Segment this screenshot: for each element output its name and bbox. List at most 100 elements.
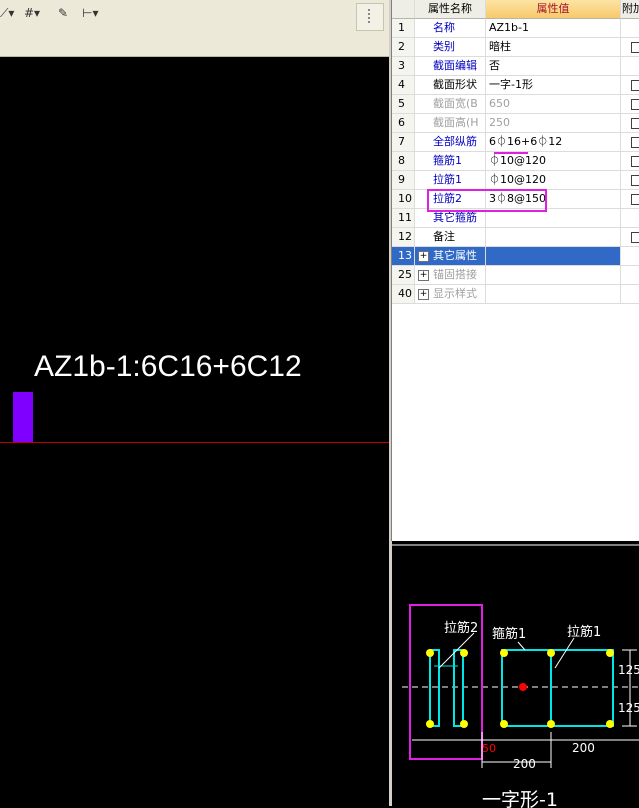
section-preview: 拉筋2 箍筋1 拉筋1 125 125 200 200 50 一字形-1 [392, 544, 639, 808]
property-name[interactable]: + 显示样式 [415, 285, 486, 304]
row-number[interactable]: 11 [392, 209, 415, 228]
attach-checkbox[interactable] [631, 156, 639, 167]
property-name-text: 显示样式 [433, 287, 477, 300]
row-number[interactable]: 2 [392, 38, 415, 57]
dim-50: 50 [482, 742, 496, 755]
column-label-text: AZ1b-1:6C16+6C12 [34, 350, 302, 383]
property-value[interactable] [486, 266, 621, 285]
row-number[interactable]: 3 [392, 57, 415, 76]
property-value[interactable]: AZ1b-1 [486, 19, 621, 38]
row-number[interactable]: 8 [392, 152, 415, 171]
toolbar-grip[interactable] [356, 3, 384, 31]
expand-icon[interactable]: + [418, 251, 429, 262]
expand-icon[interactable]: + [418, 270, 429, 281]
rebar-dot [606, 649, 614, 657]
property-name[interactable]: 箍筋1 [415, 152, 486, 171]
extra-cell [621, 228, 639, 247]
line-tool-icon[interactable]: ⟋▾ [0, 6, 24, 26]
rebar-dot [426, 720, 434, 728]
attach-checkbox[interactable] [631, 232, 639, 243]
row-number[interactable]: 13 [392, 247, 415, 266]
stirrup-left-narrow-2 [453, 649, 464, 727]
property-name-text: 截面编辑 [433, 59, 477, 72]
dim-125-bottom: 125 [618, 701, 639, 715]
property-name[interactable]: 拉筋1 [415, 171, 486, 190]
extra-cell [621, 133, 639, 152]
dim-200-bottom: 200 [513, 757, 536, 771]
row-number[interactable]: 4 [392, 76, 415, 95]
row-number[interactable]: 7 [392, 133, 415, 152]
property-name[interactable]: 截面形状 [415, 76, 486, 95]
header-property-name[interactable]: 属性名称 [415, 0, 486, 19]
dim-125-top: 125 [618, 663, 639, 677]
rebar-dot [500, 649, 508, 657]
property-value[interactable]: 一字-1形 [486, 76, 621, 95]
property-grid: 属性名称 属性值 附加 1 名称 AZ1b-1 2 类别 暗柱 3 截面编辑否 4 截面形状一字-… [391, 0, 639, 541]
property-value[interactable]: 650 [486, 95, 621, 114]
expand-icon[interactable]: + [418, 289, 429, 300]
property-name-text: 锚固搭接 [433, 268, 477, 281]
property-name[interactable]: 截面编辑 [415, 57, 486, 76]
property-value[interactable]: 否 [486, 57, 621, 76]
attach-checkbox[interactable] [631, 137, 639, 148]
pen-tool-icon[interactable]: ✎ [58, 6, 82, 26]
property-value[interactable]: 6⏀16+6⏀12 [486, 133, 621, 152]
property-name[interactable]: 截面高(H [415, 114, 486, 133]
property-value[interactable]: 250 [486, 114, 621, 133]
property-value[interactable] [486, 228, 621, 247]
row-number[interactable]: 5 [392, 95, 415, 114]
property-name[interactable]: + 锚固搭接 [415, 266, 486, 285]
property-name[interactable]: 备注 [415, 228, 486, 247]
property-name[interactable]: 类别 [415, 38, 486, 57]
stirrup-main [501, 649, 614, 727]
header-rownum [392, 0, 415, 19]
column-shape[interactable] [13, 392, 33, 442]
property-value[interactable] [486, 285, 621, 304]
rebar-dot [547, 649, 555, 657]
extra-cell [621, 114, 639, 133]
dimension-tool-icon[interactable]: ⊢▾ [82, 6, 106, 26]
tie1-leader [554, 637, 575, 669]
header-extra[interactable]: 附加 [621, 0, 639, 19]
row-number[interactable]: 9 [392, 171, 415, 190]
attach-checkbox[interactable] [631, 175, 639, 186]
property-name-text: 截面高(H [433, 116, 479, 129]
rebar-dot [460, 649, 468, 657]
property-name-text: 截面宽(B [433, 97, 478, 110]
attach-checkbox[interactable] [631, 99, 639, 110]
tie2-label: 拉筋2 [444, 620, 478, 636]
drawing-toolbar: ⟋▾ #▾ ✎ ⊢▾ [0, 0, 389, 57]
property-value[interactable]: ⏀10@120 [486, 152, 621, 171]
attach-checkbox[interactable] [631, 118, 639, 129]
property-name-text: 其它箍筋 [433, 211, 477, 224]
tie2-leader [438, 632, 475, 669]
property-value[interactable]: 暗柱 [486, 38, 621, 57]
dim-200-mid: 200 [572, 741, 595, 755]
stirrup-leader [517, 641, 526, 651]
property-name[interactable]: 截面宽(B [415, 95, 486, 114]
row-number[interactable]: 6 [392, 114, 415, 133]
attach-checkbox[interactable] [631, 80, 639, 91]
tie1-label: 拉筋1 [567, 624, 601, 640]
row-number[interactable]: 25 [392, 266, 415, 285]
property-name[interactable]: + 其它属性 [415, 247, 486, 266]
row-number[interactable]: 10 [392, 190, 415, 209]
property-name[interactable]: 名称 [415, 19, 486, 38]
tie2-highlight-box [427, 189, 547, 212]
extra-cell [621, 76, 639, 95]
property-name-text: 其它属性 [433, 249, 477, 262]
property-value[interactable]: ⏀10@120 [486, 171, 621, 190]
attach-checkbox[interactable] [631, 42, 639, 53]
rebar-dot [500, 720, 508, 728]
header-property-value[interactable]: 属性值 [486, 0, 621, 19]
property-name-text: 备注 [433, 230, 455, 243]
extra-cell [621, 152, 639, 171]
drawing-canvas[interactable]: AZ1b-1:6C16+6C12 [0, 57, 389, 806]
grid-tool-icon[interactable]: #▾ [24, 6, 48, 26]
property-name[interactable]: 全部纵筋 [415, 133, 486, 152]
row-number[interactable]: 12 [392, 228, 415, 247]
property-value[interactable] [486, 247, 621, 266]
attach-checkbox[interactable] [631, 194, 639, 205]
row-number[interactable]: 40 [392, 285, 415, 304]
row-number[interactable]: 1 [392, 19, 415, 38]
